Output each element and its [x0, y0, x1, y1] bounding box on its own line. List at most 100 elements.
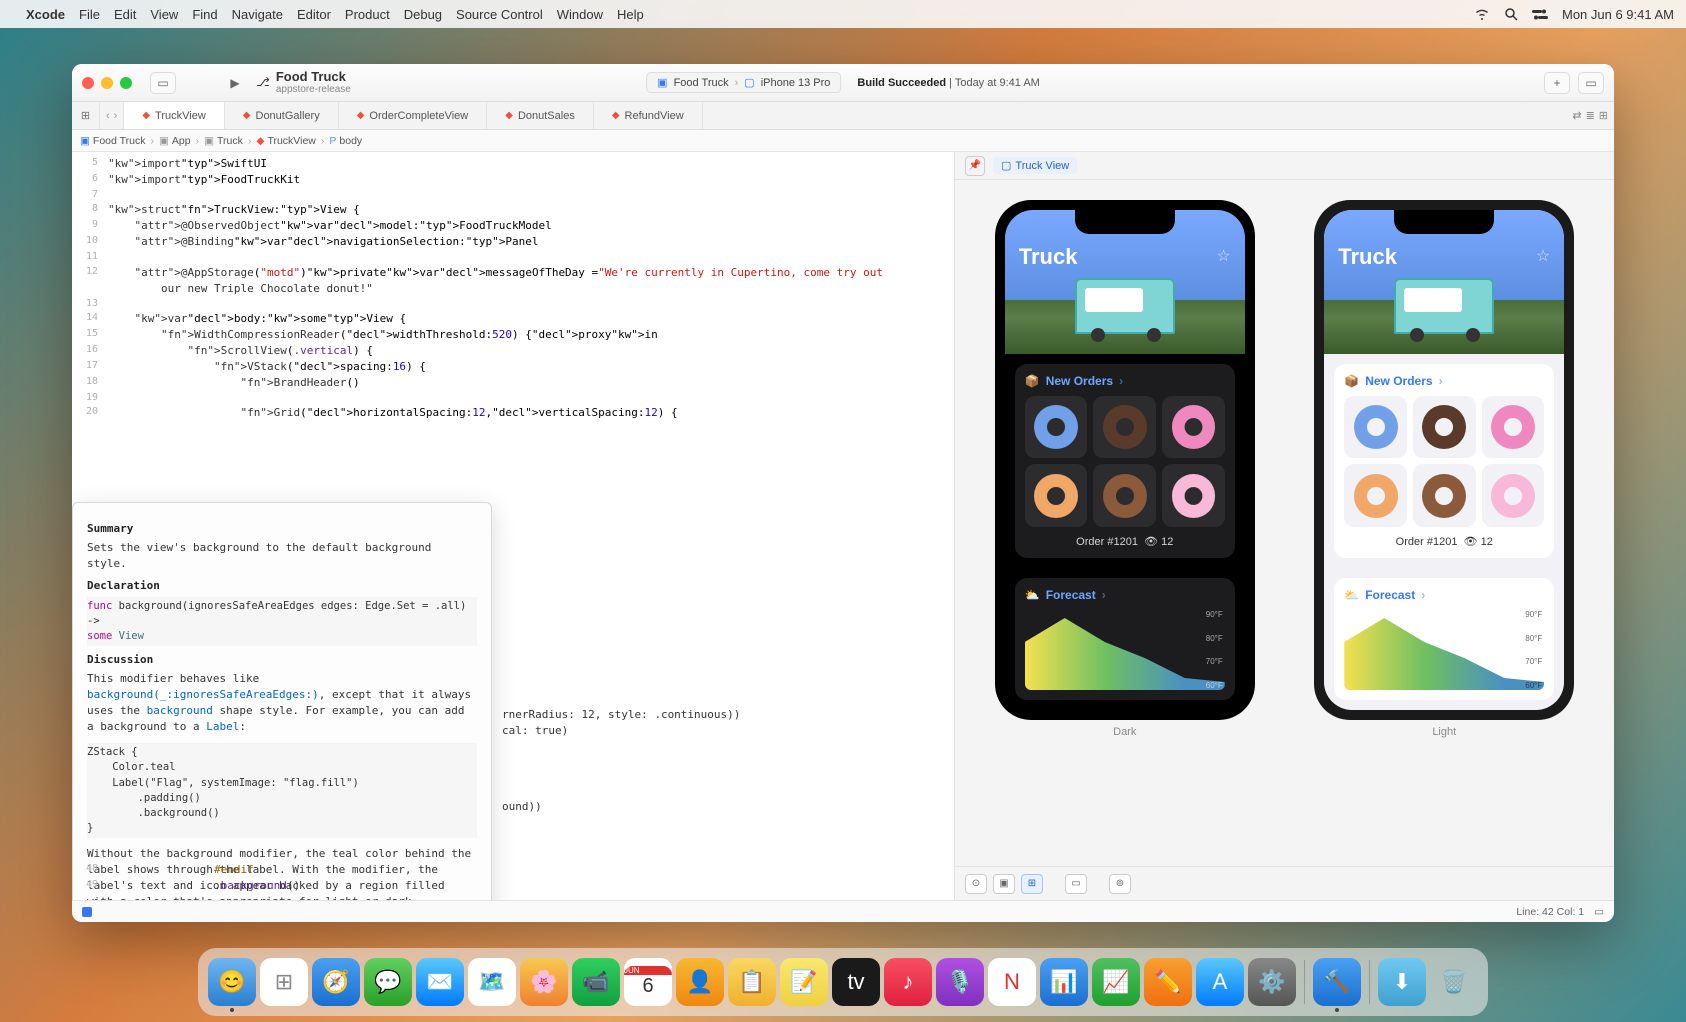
tab-truckview[interactable]: ◆TruckView — [124, 102, 224, 129]
dock-launchpad[interactable]: ⊞ — [260, 958, 308, 1006]
dock-reminders[interactable]: 📋 — [728, 958, 776, 1006]
dock-podcasts[interactable]: 🎙️ — [936, 958, 984, 1006]
menu-find[interactable]: Find — [192, 7, 217, 22]
summary-text: Sets the view's background to the defaul… — [87, 540, 477, 572]
dock-facetime[interactable]: 📹 — [572, 958, 620, 1006]
menu-edit[interactable]: Edit — [114, 7, 136, 22]
live-preview-button[interactable]: ⊙ — [965, 874, 987, 894]
branch-icon: ⎇ — [256, 75, 270, 89]
dock-music[interactable]: ♪ — [884, 958, 932, 1006]
dock-maps[interactable]: 🗺️ — [468, 958, 516, 1006]
adjust-editor-icon[interactable]: ≣ — [1586, 109, 1595, 122]
spotlight-icon[interactable] — [1504, 7, 1518, 21]
scheme-selector[interactable]: ⎇ Food Truck appstore-release — [256, 70, 351, 95]
dock-calendar[interactable]: JUN6 — [624, 958, 672, 1006]
jump-bar[interactable]: ▣Food Truck ▣App ▣Truck ◆TruckView Pbody — [72, 130, 1614, 152]
source-editor[interactable]: 5"kw">import "typ">SwiftUI6"kw">import "… — [72, 152, 954, 900]
folder-icon: ▣ — [204, 135, 214, 147]
tab-donutgallery[interactable]: ◆DonutGallery — [225, 102, 339, 129]
dock-messages[interactable]: 💬 — [364, 958, 412, 1006]
dock-photos[interactable]: 🌸 — [520, 958, 568, 1006]
doc-link[interactable]: Label — [206, 720, 239, 733]
swift-file-icon: ◆ — [142, 110, 150, 121]
declaration-heading: Declaration — [87, 578, 477, 594]
run-destination-selector[interactable]: ▣ Food Truck › ▢ iPhone 13 Pro — [646, 72, 841, 93]
dock-xcode[interactable]: 🔨 — [1313, 958, 1361, 1006]
menu-file[interactable]: File — [79, 7, 100, 22]
dock-pages[interactable]: ✏️ — [1144, 958, 1192, 1006]
menu-window[interactable]: Window — [557, 7, 603, 22]
macos-dock: 😊 ⊞ 🧭 💬 ✉️ 🗺️ 🌸 📹 JUN6 👤 📋 📝 tv ♪ 🎙️ N 📊… — [198, 948, 1488, 1016]
window-titlebar: ▭ ▶ ⎇ Food Truck appstore-release ▣ Food… — [72, 64, 1614, 102]
device-icon: ▢ — [744, 76, 754, 89]
minimap-toggle-icon[interactable]: ▭ — [1594, 906, 1604, 918]
donut-thumb — [1344, 396, 1407, 459]
preview-canvas: 📌 ▢Truck View Truck ☆ — [954, 152, 1614, 900]
pin-preview-button[interactable]: 📌 — [965, 156, 985, 176]
wifi-icon[interactable] — [1474, 8, 1490, 20]
selectable-preview-button[interactable]: ▣ — [993, 874, 1015, 894]
dock-notes[interactable]: 📝 — [780, 958, 828, 1006]
sun-cloud-icon: ⛅ — [1344, 588, 1359, 602]
doc-link[interactable]: background(_:ignoresSafeAreaEdges:) — [87, 688, 319, 701]
library-add-button[interactable]: + — [1544, 72, 1570, 94]
menubar-clock[interactable]: Mon Jun 6 9:41 AM — [1562, 7, 1674, 22]
editor-options-icon[interactable]: ⇄ — [1572, 109, 1581, 122]
dock-appstore[interactable]: A — [1196, 958, 1244, 1006]
app-menu[interactable]: Xcode — [26, 7, 65, 22]
close-window-button[interactable] — [82, 77, 94, 89]
donut-thumb — [1482, 464, 1545, 527]
variants-preview-button[interactable]: ⊞ — [1021, 874, 1043, 894]
menu-help[interactable]: Help — [617, 7, 644, 22]
menu-product[interactable]: Product — [345, 7, 390, 22]
dock-mail[interactable]: ✉️ — [416, 958, 464, 1006]
preview-device-light[interactable]: Truck ☆ 📦New Orders› — [1314, 200, 1574, 738]
toggle-inspector-button[interactable]: ▭ — [1578, 72, 1604, 94]
dock-news[interactable]: N — [988, 958, 1036, 1006]
discussion-para-1: This modifier behaves like background(_:… — [87, 671, 477, 735]
run-button[interactable]: ▶ — [222, 72, 248, 94]
preview-label-dark: Dark — [1113, 726, 1136, 738]
control-center-icon[interactable] — [1532, 8, 1548, 20]
cube-icon: ▢ — [1001, 159, 1011, 172]
toggle-navigator-button[interactable]: ▭ — [150, 72, 176, 94]
swift-file-icon: ◆ — [243, 110, 251, 121]
menu-debug[interactable]: Debug — [404, 7, 442, 22]
status-indicator — [82, 907, 92, 917]
minimize-window-button[interactable] — [101, 77, 113, 89]
donut-thumb — [1025, 396, 1088, 459]
zoom-window-button[interactable] — [120, 77, 132, 89]
dock-numbers[interactable]: 📈 — [1092, 958, 1140, 1006]
truck-illustration — [1394, 278, 1494, 334]
menu-editor[interactable]: Editor — [297, 7, 331, 22]
dock-safari[interactable]: 🧭 — [312, 958, 360, 1006]
add-editor-icon[interactable]: ⊞ — [1599, 109, 1608, 122]
nav-back-forward[interactable]: ‹› — [100, 102, 124, 129]
preview-selector-chip[interactable]: ▢Truck View — [993, 157, 1077, 174]
preview-device-dark[interactable]: Truck ☆ 📦New Orders› — [995, 200, 1255, 738]
dock-settings[interactable]: ⚙️ — [1248, 958, 1296, 1006]
canvas-settings-button[interactable]: ⊚ — [1109, 874, 1131, 894]
menu-navigate[interactable]: Navigate — [232, 7, 283, 22]
new-orders-card: 📦New Orders› Order #1201 👁 12 — [1015, 364, 1235, 558]
forecast-card: ⛅Forecast› 90°F80°F70°F60°F — [1334, 578, 1554, 700]
dock-trash[interactable]: 🗑️ — [1430, 958, 1478, 1006]
dock-downloads[interactable]: ⬇ — [1378, 958, 1426, 1006]
doc-link[interactable]: background — [147, 704, 213, 717]
swift-file-icon: ◆ — [357, 110, 365, 121]
menu-source-control[interactable]: Source Control — [456, 7, 543, 22]
dock-keynote[interactable]: 📊 — [1040, 958, 1088, 1006]
tab-refundview[interactable]: ◆RefundView — [594, 102, 703, 129]
related-items-button[interactable]: ⊞ — [72, 102, 100, 129]
dock-tv[interactable]: tv — [832, 958, 880, 1006]
donut-thumb — [1025, 464, 1088, 527]
code-tail: 48 #endif 49 .background() — [72, 862, 954, 894]
tab-ordercompleteview[interactable]: ◆OrderCompleteView — [339, 102, 488, 129]
tab-donutsales[interactable]: ◆DonutSales — [487, 102, 594, 129]
dock-contacts[interactable]: 👤 — [676, 958, 724, 1006]
donut-thumb — [1093, 464, 1156, 527]
menu-view[interactable]: View — [150, 7, 178, 22]
dock-finder[interactable]: 😊 — [208, 958, 256, 1006]
device-settings-button[interactable]: ▭ — [1065, 874, 1087, 894]
app-icon: ▣ — [657, 76, 667, 89]
